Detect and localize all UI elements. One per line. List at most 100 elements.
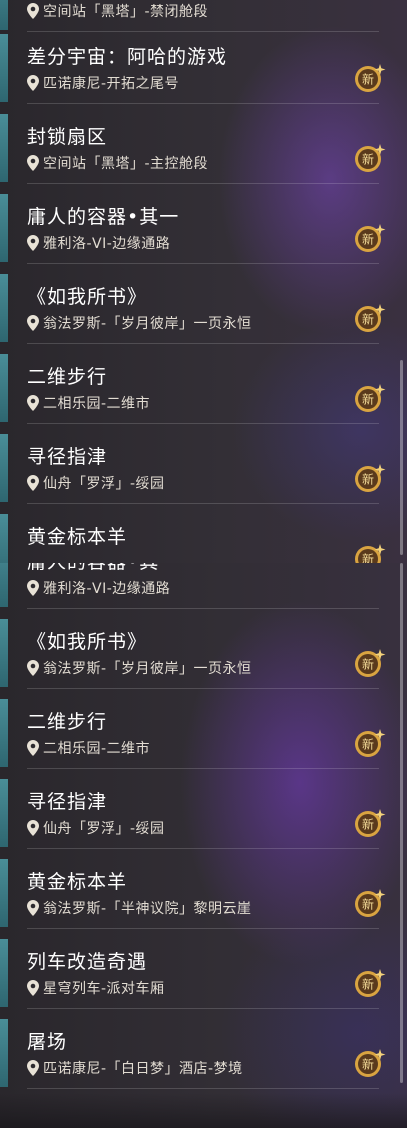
quest-location-text: 星穹列车-派对车厢 — [43, 981, 165, 997]
quest-location: 二相乐园-二维市 — [27, 394, 150, 412]
bottom-fade — [0, 1093, 407, 1128]
location-pin-icon — [27, 155, 39, 171]
quest-item[interactable]: 屠场 匹诺康尼-「白日梦」酒店-梦境 新 — [0, 1017, 407, 1089]
quest-location-text: 空间站「黑塔」-主控舱段 — [43, 156, 209, 172]
quest-location-text: 雅利洛-VI-边缘通路 — [43, 581, 171, 597]
new-badge-text: 新 — [362, 232, 374, 247]
location-pin-icon — [27, 660, 39, 676]
quest-item[interactable]: 列车改造奇遇 星穹列车-派对车厢 新 — [0, 937, 407, 1009]
quest-location: 二相乐园-二维市 — [27, 739, 150, 757]
new-badge-icon: 新 — [355, 304, 386, 332]
quest-location: 星穹列车-派对车厢 — [27, 979, 165, 997]
divider — [27, 423, 379, 424]
quest-location: 仙舟「罗浮」-绥园 — [27, 819, 165, 837]
new-badge-text: 新 — [362, 737, 374, 752]
quest-location: 雅利洛-VI-边缘通路 — [27, 579, 170, 597]
quest-accent-bar — [0, 114, 8, 182]
quest-title: 封锁扇区 — [27, 126, 108, 148]
quest-location-text: 仙舟「罗浮」-绥园 — [43, 821, 165, 837]
quest-title: 《如我所书》 — [27, 286, 148, 308]
location-pin-icon — [27, 820, 39, 836]
quest-location: 匹诺康尼-开拓之尾号 — [27, 74, 179, 92]
quest-title: 二维步行 — [27, 366, 108, 388]
quest-item[interactable]: 差分宇宙：阿哈的游戏 匹诺康尼-开拓之尾号 新 — [0, 32, 407, 104]
quest-location-text: 匹诺康尼-「白日梦」酒店-梦境 — [43, 1061, 243, 1077]
quest-location: 仙舟「罗浮」-绥园 — [27, 474, 165, 492]
quest-location-text: 匹诺康尼-开拓之尾号 — [43, 76, 180, 92]
new-badge-icon: 新 — [355, 969, 386, 997]
quest-accent-bar — [0, 274, 8, 342]
new-badge-icon: 新 — [355, 64, 386, 92]
new-badge-text: 新 — [362, 152, 374, 167]
quest-accent-bar — [0, 939, 8, 1007]
quest-accent-bar — [0, 859, 8, 927]
new-badge-icon: 新 — [355, 144, 386, 172]
quest-accent-bar — [0, 514, 8, 563]
quest-title: 庸人的容器•其一 — [27, 206, 180, 228]
quest-item[interactable]: 庸人的容器•其 雅利洛-VI-边缘通路 — [0, 563, 407, 609]
quest-item[interactable]: 黄金标本羊 新 — [0, 512, 407, 563]
quest-item[interactable]: 寻径指津 仙舟「罗浮」-绥园 新 — [0, 432, 407, 504]
quest-accent-bar — [0, 354, 8, 422]
new-badge-text: 新 — [362, 552, 374, 564]
quest-item[interactable]: 二维步行 二相乐园-二维市 新 — [0, 697, 407, 769]
divider — [27, 768, 379, 769]
quest-location: 空间站「黑塔」-主控舱段 — [27, 154, 208, 172]
quest-accent-bar — [0, 434, 8, 502]
location-pin-icon — [27, 235, 39, 251]
quest-item[interactable]: 《如我所书》 翁法罗斯-「岁月彼岸」一页永恒 新 — [0, 617, 407, 689]
divider — [27, 928, 379, 929]
quest-location-text: 空间站「黑塔」-禁闭舱段 — [43, 4, 209, 20]
divider — [27, 183, 379, 184]
quest-item[interactable]: 寻径指津 仙舟「罗浮」-绥园 新 — [0, 777, 407, 849]
divider — [27, 688, 379, 689]
quest-accent-bar — [0, 34, 8, 102]
divider — [27, 503, 379, 504]
location-pin-icon — [27, 395, 39, 411]
quest-accent-bar — [0, 1019, 8, 1087]
scrollbar[interactable] — [400, 360, 403, 555]
location-pin-icon — [27, 475, 39, 491]
divider — [27, 1088, 379, 1089]
new-badge-text: 新 — [362, 472, 374, 487]
quest-title: 二维步行 — [27, 711, 108, 733]
quest-title: 列车改造奇遇 — [27, 951, 148, 973]
location-pin-icon — [27, 3, 39, 19]
quest-location: 翁法罗斯-「半神议院」黎明云崖 — [27, 899, 252, 917]
quest-location-text: 二相乐园-二维市 — [43, 741, 151, 757]
location-pin-icon — [27, 1060, 39, 1076]
quest-title: 寻径指津 — [27, 446, 108, 468]
scrollbar[interactable] — [400, 563, 403, 1083]
new-badge-icon: 新 — [355, 809, 386, 837]
new-badge-icon: 新 — [355, 729, 386, 757]
quest-item[interactable]: 庸人的容器•其一 雅利洛-VI-边缘通路 新 — [0, 192, 407, 264]
quest-title: 寻径指津 — [27, 791, 108, 813]
divider — [27, 343, 379, 344]
new-badge-text: 新 — [362, 817, 374, 832]
new-badge-icon: 新 — [355, 544, 386, 564]
quest-location-text: 翁法罗斯-「岁月彼岸」一页永恒 — [43, 316, 252, 332]
quest-location: 翁法罗斯-「岁月彼岸」一页永恒 — [27, 314, 252, 332]
quest-item[interactable]: 《如我所书》 翁法罗斯-「岁月彼岸」一页永恒 新 — [0, 272, 407, 344]
divider — [27, 608, 379, 609]
quest-location: 雅利洛-VI-边缘通路 — [27, 234, 170, 252]
quest-location-text: 雅利洛-VI-边缘通路 — [43, 236, 171, 252]
quest-location-text: 翁法罗斯-「岁月彼岸」一页永恒 — [43, 661, 252, 677]
quest-title: 黄金标本羊 — [27, 526, 128, 548]
quest-item[interactable]: 封锁扇区 空间站「黑塔」-主控舱段 新 — [0, 112, 407, 184]
new-badge-text: 新 — [362, 657, 374, 672]
quest-location-text: 仙舟「罗浮」-绥园 — [43, 476, 165, 492]
divider — [27, 263, 379, 264]
quest-item[interactable]: 黄金标本羊 翁法罗斯-「半神议院」黎明云崖 新 — [0, 857, 407, 929]
location-pin-icon — [27, 740, 39, 756]
quest-item[interactable]: 二维步行 二相乐园-二维市 新 — [0, 352, 407, 424]
quest-location-text: 翁法罗斯-「半神议院」黎明云崖 — [43, 901, 252, 917]
quest-item[interactable]: 空间站「黑塔」-禁闭舱段 — [0, 0, 407, 32]
new-badge-icon: 新 — [355, 649, 386, 677]
quest-title: 黄金标本羊 — [27, 871, 128, 893]
quest-accent-bar — [0, 699, 8, 767]
quest-location-text: 二相乐园-二维市 — [43, 396, 151, 412]
new-badge-text: 新 — [362, 72, 374, 87]
divider — [27, 1008, 379, 1009]
quest-accent-bar — [0, 194, 8, 262]
